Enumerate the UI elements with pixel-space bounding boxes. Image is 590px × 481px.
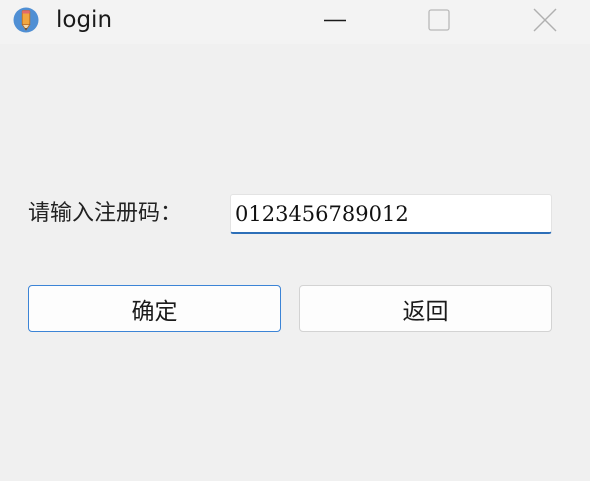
confirm-button[interactable]: 确定 (28, 285, 281, 332)
close-icon (533, 8, 557, 32)
maximize-icon (428, 9, 450, 31)
maximize-button[interactable] (414, 0, 464, 44)
pencil-app-icon (13, 7, 39, 33)
registration-code-label: 请输入注册码： (28, 201, 183, 226)
back-button-label: 返回 (402, 298, 449, 325)
confirm-button-label: 确定 (131, 298, 178, 325)
minimize-button[interactable] (310, 0, 360, 44)
title-bar[interactable]: login (0, 0, 590, 44)
close-button[interactable] (520, 0, 570, 44)
window-title: login (56, 7, 113, 33)
login-window: login 请输入注册码： 确定 返回 (0, 0, 590, 481)
registration-code-input[interactable] (230, 194, 552, 234)
minimize-icon (324, 19, 346, 22)
back-button[interactable]: 返回 (299, 285, 552, 332)
